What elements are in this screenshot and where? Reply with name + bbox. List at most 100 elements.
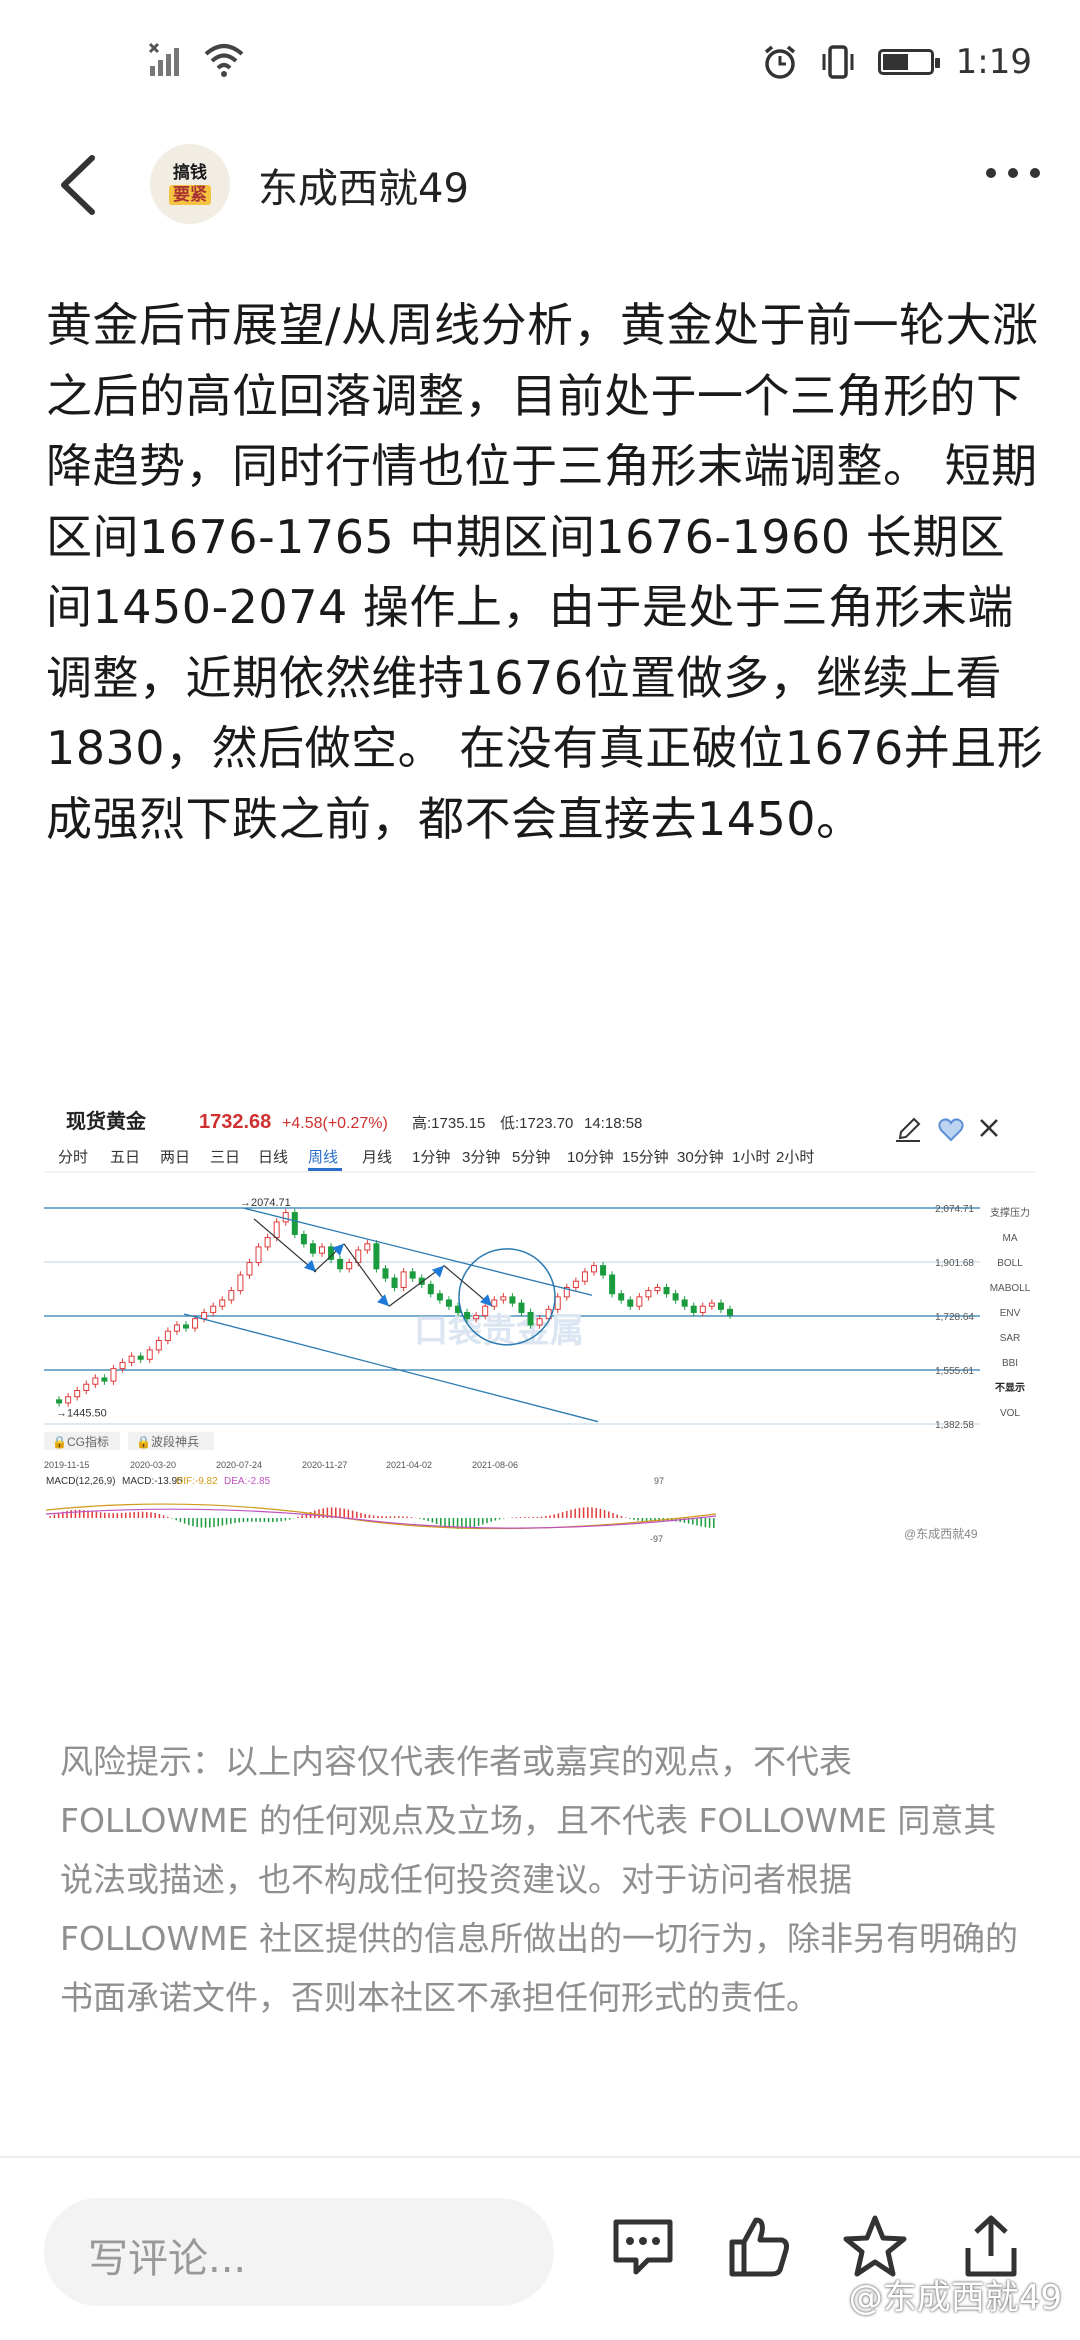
candle-body xyxy=(618,1293,625,1301)
chart-image[interactable]: 现货黄金 1732.68 +4.58(+0.27%) 高:1735.15 低:1… xyxy=(44,1090,1036,1560)
candle-body xyxy=(201,1311,208,1320)
candle-body xyxy=(173,1324,180,1332)
like-icon[interactable] xyxy=(724,2212,794,2282)
indicator-item[interactable]: 支撑压力 xyxy=(990,1206,1030,1219)
back-arrow-icon[interactable] xyxy=(52,150,112,220)
tab-2[interactable]: 两日 xyxy=(160,1149,190,1166)
tab-7[interactable]: 1分钟 xyxy=(412,1149,450,1166)
risk-disclaimer: 风险提示：以上内容仅代表作者或嘉宾的观点，不代表 FOLLOWME 的任何观点及… xyxy=(60,1742,1018,2017)
candle-body xyxy=(346,1262,353,1270)
tab-14[interactable]: 2小时 xyxy=(776,1149,814,1166)
candle-body xyxy=(65,1396,72,1404)
indicator-item[interactable]: BBI xyxy=(1002,1358,1018,1369)
more-options-icon[interactable] xyxy=(986,168,1040,178)
indicator-item[interactable]: MA xyxy=(1003,1233,1018,1244)
candle-body xyxy=(373,1243,380,1270)
date-label: 2019-11-15 xyxy=(44,1460,89,1470)
cg-tag: 🔒CG指标 xyxy=(52,1434,109,1449)
indicator-item[interactable]: VOL xyxy=(1000,1408,1020,1419)
price-label: 1,901.68 xyxy=(935,1258,974,1269)
candle-body xyxy=(717,1302,724,1310)
candle-body xyxy=(654,1286,661,1292)
vibrate-icon xyxy=(822,45,854,79)
signal-icon xyxy=(148,42,179,76)
tab-4[interactable]: 日线 xyxy=(258,1149,288,1166)
candle-body xyxy=(409,1271,416,1279)
candle-body xyxy=(219,1299,226,1307)
username[interactable]: 东成西就49 xyxy=(258,156,469,214)
comment-icon[interactable] xyxy=(608,2212,678,2282)
post-header: 搞钱 要紧 东成西就49 xyxy=(0,130,1080,240)
indicator-item[interactable]: SAR xyxy=(1000,1333,1021,1344)
tab-8[interactable]: 3分钟 xyxy=(462,1149,500,1166)
dif-value: DIF:-9.82 xyxy=(176,1476,218,1487)
indicator-item[interactable]: MABOLL xyxy=(990,1283,1031,1294)
post-body: 黄金后市展望/从周线分析，黄金处于前一轮大涨之后的高位回落调整，目前处于一个三角… xyxy=(46,298,1044,846)
tab-13[interactable]: 1小时 xyxy=(732,1149,770,1166)
tab-6[interactable]: 月线 xyxy=(362,1149,392,1166)
status-right: 1:19 xyxy=(762,42,1032,82)
tab-12[interactable]: 30分钟 xyxy=(677,1149,724,1166)
candle-body xyxy=(699,1305,706,1313)
candle-body xyxy=(391,1277,398,1288)
indicator-item[interactable]: 不显示 xyxy=(995,1382,1025,1394)
status-time: 1:19 xyxy=(955,42,1032,82)
candle-body xyxy=(518,1302,525,1313)
battery-icon xyxy=(877,49,940,75)
candle-body xyxy=(445,1299,452,1307)
avatar[interactable]: 搞钱 要紧 xyxy=(150,144,230,224)
battery-fill xyxy=(882,54,908,70)
candle-body xyxy=(591,1265,597,1273)
comment-input[interactable]: 写评论... xyxy=(44,2198,554,2306)
low-marker: →1445.50 xyxy=(56,1407,107,1419)
candle-body xyxy=(110,1368,117,1382)
status-bar: 1:19 xyxy=(0,0,1080,130)
tab-0[interactable]: 分时 xyxy=(58,1149,88,1166)
chart-time: 14:18:58 xyxy=(584,1115,642,1132)
candle-body xyxy=(300,1233,307,1245)
candle-body xyxy=(645,1290,652,1298)
gold-chart: 现货黄金 1732.68 +4.58(+0.27%) 高:1735.15 低:1… xyxy=(44,1090,1036,1560)
candle-body xyxy=(436,1293,443,1301)
candle-body xyxy=(627,1299,634,1307)
candle-body xyxy=(672,1293,679,1301)
tab-1[interactable]: 五日 xyxy=(110,1149,140,1166)
price-label: 1,382.58 xyxy=(935,1420,974,1431)
bottom-action-bar: 写评论... @东成西就49 xyxy=(0,2156,1080,2340)
chart-change: +4.58(+0.27%) xyxy=(282,1115,388,1132)
candle-body xyxy=(337,1258,344,1270)
candle-body xyxy=(681,1299,688,1307)
price-label: 1,728.64 xyxy=(935,1312,974,1323)
candle-body xyxy=(192,1318,199,1329)
tab-9[interactable]: 5分钟 xyxy=(512,1149,550,1166)
candle-body xyxy=(581,1271,588,1282)
candle-body xyxy=(382,1268,389,1279)
indicator-item[interactable]: ENV xyxy=(1000,1308,1021,1319)
wave-tag: 🔒波段神兵 xyxy=(136,1434,199,1449)
candle-body xyxy=(183,1324,189,1329)
candle-body xyxy=(246,1262,253,1276)
price-label: 2,074.71 xyxy=(935,1204,974,1215)
date-label: 2020-03-20 xyxy=(130,1460,176,1470)
tab-3[interactable]: 三日 xyxy=(210,1149,240,1166)
tab-10[interactable]: 10分钟 xyxy=(567,1149,614,1166)
high-marker: →2074.71 xyxy=(240,1197,291,1209)
candle-body xyxy=(146,1349,153,1360)
candle-body xyxy=(228,1290,235,1301)
tab-11[interactable]: 15分钟 xyxy=(622,1149,669,1166)
candle-body xyxy=(600,1265,607,1276)
candle-body xyxy=(690,1305,697,1313)
candle-body xyxy=(500,1296,507,1301)
indicator-item[interactable]: BOLL xyxy=(997,1258,1023,1269)
candle-body xyxy=(491,1299,498,1307)
chart-high: 高:1735.15 xyxy=(412,1115,485,1132)
macd-bottom: -97 xyxy=(650,1534,663,1544)
date-label: 2021-04-02 xyxy=(386,1460,432,1470)
tab-5[interactable]: 周线 xyxy=(308,1149,338,1166)
chart-low: 低:1723.70 xyxy=(500,1115,573,1132)
candle-body xyxy=(572,1280,579,1288)
candle-body xyxy=(364,1243,371,1251)
avatar-line1: 搞钱 xyxy=(173,163,207,183)
candle-body xyxy=(237,1274,244,1292)
wifi-icon xyxy=(204,44,244,77)
